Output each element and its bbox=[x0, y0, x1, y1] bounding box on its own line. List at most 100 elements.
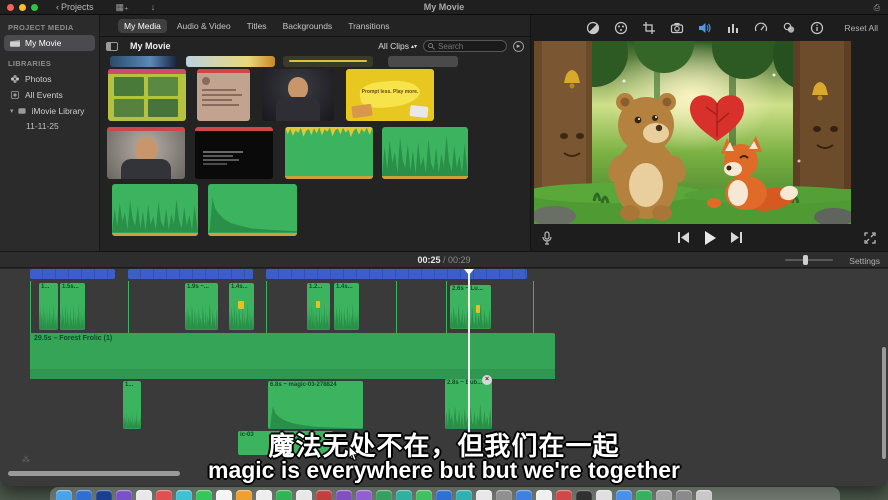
timeline-clip[interactable]: 1... bbox=[123, 381, 141, 429]
volume-icon[interactable] bbox=[698, 21, 712, 35]
dock-app-icon[interactable] bbox=[296, 490, 312, 500]
sidebar-toggle-icon[interactable] bbox=[106, 42, 118, 51]
timeline-clip[interactable]: 1.9s ~... bbox=[185, 283, 218, 330]
tab-titles[interactable]: Titles bbox=[241, 19, 273, 33]
tab-backgrounds[interactable]: Backgrounds bbox=[277, 19, 339, 33]
sidebar-item-imovie-library[interactable]: ▾ iMovie Library bbox=[4, 103, 95, 119]
dock-app-icon[interactable] bbox=[76, 490, 92, 500]
timeline-clip[interactable]: 1.4s... bbox=[229, 283, 254, 330]
dock-app-icon[interactable] bbox=[556, 490, 572, 500]
dock-app-icon[interactable] bbox=[536, 490, 552, 500]
browser-forward-icon[interactable]: ▸ bbox=[513, 41, 524, 52]
dock-app-icon[interactable] bbox=[596, 490, 612, 500]
music-clip[interactable]: 29.5s – Forest Frolic (1) bbox=[30, 333, 555, 379]
browser-title: My Movie bbox=[130, 41, 171, 51]
dock-app-icon[interactable] bbox=[376, 490, 392, 500]
title-bar-clip[interactable] bbox=[30, 269, 115, 279]
media-thumbnail-audio[interactable] bbox=[285, 127, 373, 179]
media-thumbnail-terminal[interactable] bbox=[195, 127, 273, 179]
timeline-header: 00:25 / 00:29 Settings bbox=[0, 251, 888, 268]
media-thumbnail[interactable] bbox=[110, 56, 177, 67]
preview-frame bbox=[534, 41, 851, 224]
share-icon[interactable]: ⎙ bbox=[874, 3, 880, 13]
fullscreen-icon[interactable] bbox=[864, 232, 876, 244]
timeline-clip[interactable]: 1.5s... bbox=[60, 283, 85, 330]
media-thumbnail-audio[interactable] bbox=[208, 184, 297, 236]
settings-button[interactable]: Settings bbox=[849, 256, 880, 266]
media-thumbnail-audio[interactable] bbox=[382, 127, 468, 179]
dock-app-icon[interactable] bbox=[336, 490, 352, 500]
media-thumbnail-document[interactable] bbox=[197, 69, 250, 121]
sidebar-item-all-events[interactable]: All Events bbox=[4, 87, 95, 103]
dock-app-icon[interactable] bbox=[516, 490, 532, 500]
title-bar-clip[interactable] bbox=[128, 269, 253, 279]
zoom-slider-thumb[interactable] bbox=[803, 255, 808, 265]
media-thumbnail-collage[interactable] bbox=[108, 69, 186, 121]
dock-app-icon[interactable] bbox=[236, 490, 252, 500]
dock-app-icon[interactable] bbox=[416, 490, 432, 500]
dock-app-icon[interactable] bbox=[136, 490, 152, 500]
speed-icon[interactable] bbox=[754, 21, 768, 35]
info-icon[interactable] bbox=[810, 21, 824, 35]
dock-app-icon[interactable] bbox=[656, 490, 672, 500]
media-thumbnail[interactable] bbox=[283, 56, 373, 67]
dock-app-icon[interactable] bbox=[456, 490, 472, 500]
reset-all-button[interactable]: Reset All bbox=[844, 23, 878, 33]
play-icon[interactable] bbox=[703, 231, 717, 245]
dock-app-icon[interactable] bbox=[216, 490, 232, 500]
next-frame-icon[interactable] bbox=[731, 232, 742, 243]
dock-app-icon[interactable] bbox=[56, 490, 72, 500]
dock-app-icon[interactable] bbox=[636, 490, 652, 500]
clip-filter-dropdown[interactable]: All Clips ▴▾ bbox=[378, 41, 417, 51]
dock-app-icon[interactable] bbox=[696, 490, 712, 500]
timeline-zoom-slider[interactable] bbox=[785, 259, 833, 261]
dock-app-icon[interactable] bbox=[256, 490, 272, 500]
title-bar-clip[interactable] bbox=[266, 269, 527, 279]
chevron-down-icon[interactable]: ▾ bbox=[10, 107, 14, 115]
media-thumbnail[interactable] bbox=[388, 56, 458, 67]
timeline-clip[interactable]: 6.8s ~ magic-03-278824 bbox=[268, 381, 363, 429]
dock-app-icon[interactable] bbox=[276, 490, 292, 500]
noise-reduction-icon[interactable] bbox=[726, 21, 740, 35]
effects-icon[interactable] bbox=[782, 21, 796, 35]
media-thumbnail[interactable] bbox=[186, 56, 275, 67]
dock-app-icon[interactable] bbox=[396, 490, 412, 500]
timeline-clip[interactable]: 1... bbox=[39, 283, 58, 330]
color-correction-icon[interactable] bbox=[614, 21, 628, 35]
tab-audio-video[interactable]: Audio & Video bbox=[171, 19, 237, 33]
dock-app-icon[interactable] bbox=[576, 490, 592, 500]
sidebar-item-photos[interactable]: Photos bbox=[4, 71, 95, 87]
timeline-clip[interactable]: 2.6s ~ Lu... bbox=[450, 285, 491, 329]
dock-app-icon[interactable] bbox=[676, 490, 692, 500]
previous-frame-icon[interactable] bbox=[678, 232, 689, 243]
timeline-clip[interactable]: 1.2... bbox=[307, 283, 330, 330]
timeline-clip[interactable]: 1.4s... bbox=[334, 283, 359, 330]
dock-app-icon[interactable] bbox=[476, 490, 492, 500]
dock-app-icon[interactable] bbox=[496, 490, 512, 500]
dock[interactable] bbox=[50, 487, 840, 500]
dock-app-icon[interactable] bbox=[96, 490, 112, 500]
record-voiceover-icon[interactable] bbox=[541, 231, 553, 245]
media-thumbnail-promo[interactable]: Prompt less. Play more. bbox=[346, 69, 434, 121]
media-thumbnail-audio[interactable] bbox=[112, 184, 198, 236]
crop-icon[interactable] bbox=[642, 21, 656, 35]
sidebar-item-my-movie[interactable]: My Movie bbox=[4, 35, 95, 51]
dock-app-icon[interactable] bbox=[196, 490, 212, 500]
stabilization-icon[interactable] bbox=[670, 21, 684, 35]
media-thumbnail-person[interactable] bbox=[262, 69, 334, 121]
sidebar-item-library-date[interactable]: 11-11-25 bbox=[0, 121, 99, 131]
dock-app-icon[interactable] bbox=[436, 490, 452, 500]
clip-delete-badge[interactable]: × bbox=[482, 375, 492, 385]
dock-app-icon[interactable] bbox=[116, 490, 132, 500]
media-thumbnail-person[interactable] bbox=[107, 127, 185, 179]
dock-app-icon[interactable] bbox=[176, 490, 192, 500]
dock-app-icon[interactable] bbox=[156, 490, 172, 500]
dock-app-icon[interactable] bbox=[356, 490, 372, 500]
color-balance-icon[interactable] bbox=[586, 21, 600, 35]
search-field[interactable] bbox=[423, 40, 507, 52]
tab-my-media[interactable]: My Media bbox=[118, 19, 167, 33]
search-input[interactable] bbox=[438, 42, 500, 51]
dock-app-icon[interactable] bbox=[616, 490, 632, 500]
dock-app-icon[interactable] bbox=[316, 490, 332, 500]
tab-transitions[interactable]: Transitions bbox=[342, 19, 395, 33]
